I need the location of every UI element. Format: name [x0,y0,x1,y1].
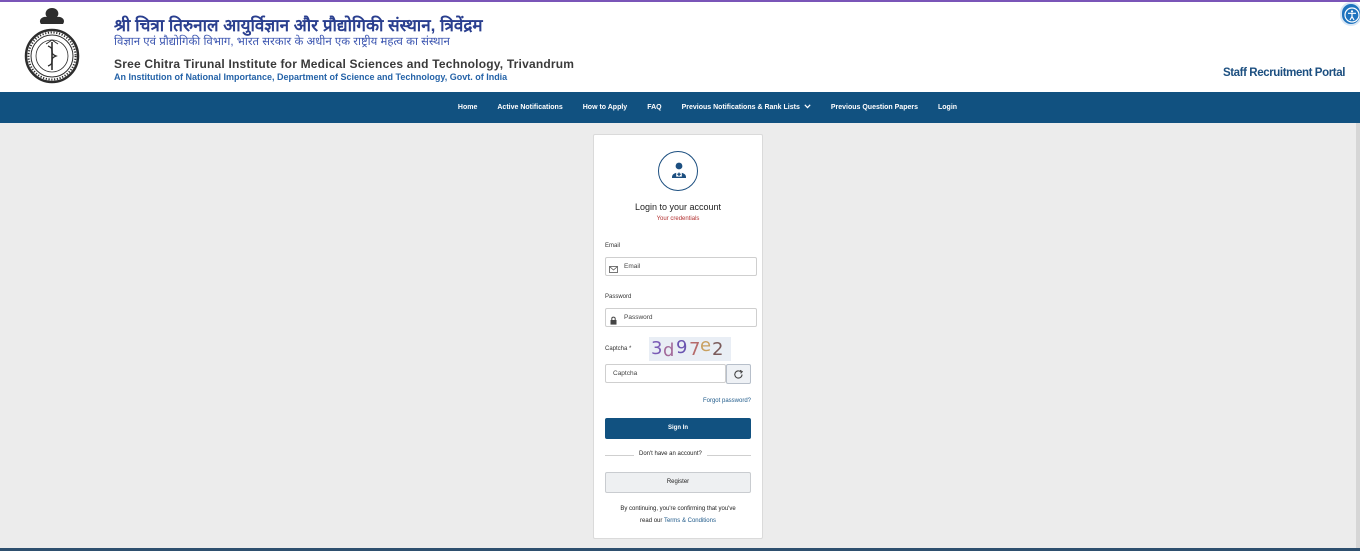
captcha-placeholder: Captcha [613,370,638,377]
nav-how-to-apply[interactable]: How to Apply [583,104,627,111]
terms-link[interactable]: Terms & Conditions [664,518,716,524]
portal-title: Staff Recruitment Portal [1222,67,1345,79]
login-card: Login to your account Your credentials E… [593,134,763,539]
institute-logo[interactable] [24,6,80,86]
nav-faq[interactable]: FAQ [647,104,661,111]
forgot-password-link[interactable]: Forgot password? [703,398,751,404]
envelope-icon [609,261,618,279]
hindi-institute-name: श्री चित्रा तिरुनाल आयुर्विज्ञान और प्रौ… [114,16,483,35]
terms-text-line2: read our Terms & Conditions [594,518,762,524]
lock-icon [609,312,618,330]
site-header: श्री चित्रा तिरुनाल आयुर्विज्ञान और प्रौ… [0,2,1360,92]
sign-in-button[interactable]: Sign In [605,418,751,439]
login-title: Login to your account [634,202,722,212]
login-subtitle: Your credentials [656,216,700,222]
no-account-text: Don't have an account? [634,451,707,457]
captcha-label: Captcha * [605,346,632,352]
english-institute-subtitle: An Institution of National Importance, D… [114,72,508,82]
chevron-down-icon [804,104,811,111]
password-placeholder: Password [624,314,653,321]
nav-previous-notifications-label: Previous Notifications & Rank Lists [681,104,800,111]
main-navigation: Home Active Notifications How to Apply F… [0,92,1360,123]
terms-prefix: read our [640,518,663,524]
password-label: Password [605,294,632,300]
nav-home[interactable]: Home [458,104,477,111]
captcha-input[interactable]: Captcha [605,364,726,383]
nav-active-notifications[interactable]: Active Notifications [497,104,562,111]
password-field[interactable]: Password [605,308,757,327]
captcha-image: 3 d 9 7 e 2 [649,335,731,361]
english-institute-name: Sree Chitra Tirunal Institute for Medica… [114,57,575,71]
register-button[interactable]: Register [605,472,751,493]
email-placeholder: Email [624,263,641,270]
nav-previous-question-papers[interactable]: Previous Question Papers [831,104,918,111]
accessibility-icon [1344,7,1360,23]
accessibility-button[interactable] [1340,2,1360,26]
email-label: Email [605,243,621,249]
refresh-icon [734,369,744,379]
page-scrollbar[interactable] [1356,123,1360,549]
nav-login[interactable]: Login [938,104,957,111]
hindi-institute-subtitle: विज्ञान एवं प्रौद्योगिकी विभाग, भारत सरक… [114,36,450,48]
terms-text: By continuing, you're confirming that yo… [620,506,736,512]
captcha-refresh-button[interactable] [726,364,751,384]
user-avatar-icon [658,151,698,191]
email-field[interactable]: Email [605,257,757,276]
nav-previous-notifications-dropdown[interactable]: Previous Notifications & Rank Lists [682,104,811,111]
